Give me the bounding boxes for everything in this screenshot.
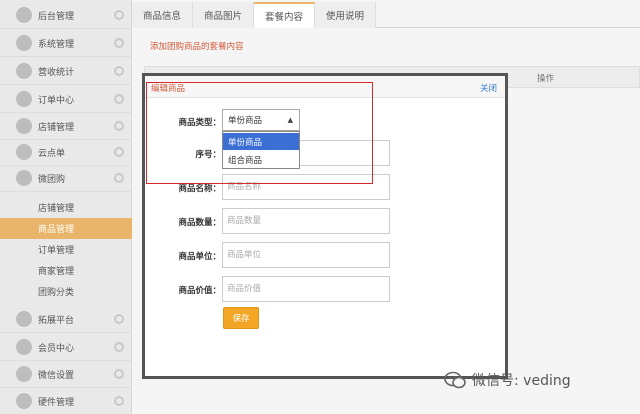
store-icon <box>16 118 32 134</box>
wechat-icon <box>444 371 466 389</box>
home-icon <box>16 7 32 23</box>
tab-bar: 商品信息 商品图片 套餐内容 使用说明 <box>132 2 640 28</box>
gear-icon <box>114 66 124 76</box>
tab-product-info[interactable]: 商品信息 <box>132 2 194 28</box>
sidebar-item-store[interactable]: 店铺管理 <box>0 113 132 140</box>
sidebar-item-system[interactable]: 系统管理 <box>0 30 132 57</box>
sidebar-item-admin[interactable]: 后台管理 <box>0 2 132 29</box>
wechat-watermark: 微信号: veding <box>444 370 571 390</box>
tab-package-content[interactable]: 套餐内容 <box>254 2 316 28</box>
tab-usage-notes[interactable]: 使用说明 <box>315 2 377 28</box>
gear-icon <box>114 10 124 20</box>
cloud-icon <box>16 144 32 160</box>
watermark-text: 微信号: veding <box>472 373 571 389</box>
sidebar-item-group-buy[interactable]: 微团购 <box>0 165 132 192</box>
annotation-highlight-box <box>146 82 373 184</box>
gear-icon <box>114 38 124 48</box>
product-unit-label: 商品单位： <box>178 252 221 262</box>
chart-icon <box>16 63 32 79</box>
sidebar-item-label: 后台管理 <box>38 11 75 22</box>
sidebar-item-label: 云点单 <box>38 148 66 159</box>
member-icon <box>16 339 32 355</box>
sub-item-product-manage[interactable]: 商品管理 <box>0 218 132 239</box>
expand-icon <box>16 311 32 327</box>
modal-close-link[interactable]: 关闭 <box>480 82 497 94</box>
gear-icon <box>114 173 124 183</box>
sidebar-item-label: 营收统计 <box>38 67 75 78</box>
sidebar-item-orders[interactable]: 订单中心 <box>0 86 132 113</box>
sub-item-store-manage[interactable]: 店铺管理 <box>0 197 132 218</box>
group-icon <box>16 170 32 186</box>
sidebar-item-extend[interactable]: 拓展平台 <box>0 306 132 333</box>
sidebar-item-label: 硬件管理 <box>38 397 75 408</box>
sidebar-item-revenue[interactable]: 营收统计 <box>0 58 132 85</box>
sub-item-group-category[interactable]: 团购分类 <box>0 281 132 302</box>
sidebar-item-label: 微信设置 <box>38 370 75 381</box>
hardware-icon <box>16 393 32 409</box>
sidebar: 后台管理 系统管理 营收统计 订单中心 店铺管理 云点单 微团购 店铺管理 商品… <box>0 0 132 414</box>
gear-icon <box>114 396 124 406</box>
product-value-input[interactable] <box>222 276 390 302</box>
add-package-hint: 添加团购商品的套餐内容 <box>150 42 244 52</box>
gear-icon <box>114 147 124 157</box>
gear-icon <box>114 314 124 324</box>
sub-item-merchant-manage[interactable]: 商家管理 <box>0 260 132 281</box>
wechat-icon <box>16 366 32 382</box>
product-unit-input[interactable] <box>222 242 390 268</box>
gear-icon <box>114 342 124 352</box>
tab-product-images[interactable]: 商品图片 <box>193 2 255 28</box>
gear-icon <box>114 369 124 379</box>
product-value-label: 商品价值： <box>178 286 221 296</box>
sidebar-item-hardware[interactable]: 硬件管理 <box>0 388 132 414</box>
sidebar-item-label: 拓展平台 <box>38 315 75 326</box>
gear-icon <box>114 121 124 131</box>
sidebar-item-wechat[interactable]: 微信设置 <box>0 361 132 388</box>
sidebar-item-cloud-order[interactable]: 云点单 <box>0 139 132 166</box>
order-icon <box>16 91 32 107</box>
product-quantity-input[interactable] <box>222 208 390 234</box>
sidebar-item-label: 订单中心 <box>38 95 75 106</box>
sidebar-item-label: 系统管理 <box>38 39 75 50</box>
product-quantity-label: 商品数量： <box>178 218 221 228</box>
sidebar-item-label: 微团购 <box>38 174 66 185</box>
sidebar-item-label: 会员中心 <box>38 343 75 354</box>
sub-item-order-manage[interactable]: 订单管理 <box>0 239 132 260</box>
table-column-operation: 操作 <box>537 74 555 84</box>
system-icon <box>16 35 32 51</box>
sidebar-item-label: 店铺管理 <box>38 122 75 133</box>
gear-icon <box>114 94 124 104</box>
sidebar-item-member[interactable]: 会员中心 <box>0 334 132 361</box>
save-button[interactable]: 保存 <box>223 307 259 329</box>
